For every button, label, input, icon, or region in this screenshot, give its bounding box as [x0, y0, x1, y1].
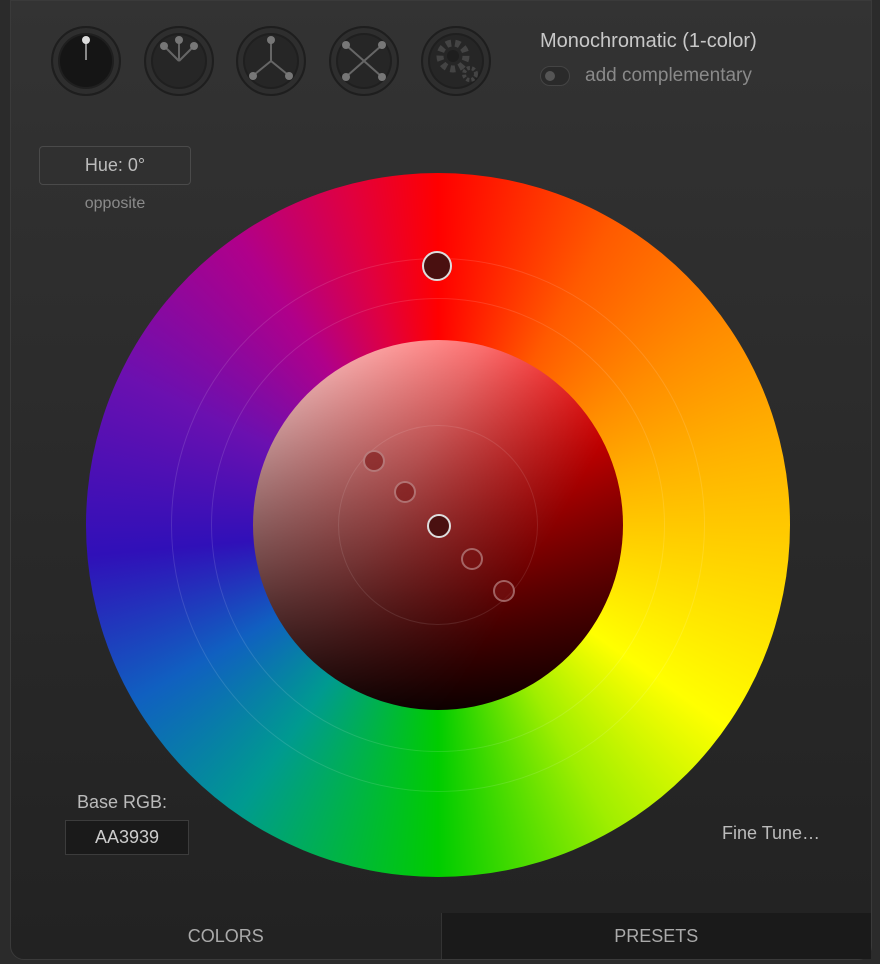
base-color-dot[interactable] [427, 514, 451, 538]
tab-colors[interactable]: COLORS [11, 913, 441, 959]
bottom-tabs: COLORS PRESETS [11, 913, 871, 959]
color-dot[interactable] [461, 548, 483, 570]
add-complementary-toggle[interactable] [540, 66, 570, 86]
add-complementary-label[interactable]: add complementary [585, 65, 752, 87]
color-dot[interactable] [363, 450, 385, 472]
base-rgb-label: Base RGB: [77, 792, 168, 812]
mode-custom-button[interactable] [421, 26, 491, 96]
scheme-title: Monochromatic (1-color) [540, 30, 757, 52]
analogic-icon [160, 36, 198, 62]
tab-presets[interactable]: PRESETS [440, 913, 871, 959]
mono-icon [82, 36, 90, 60]
tetrad-icon [342, 41, 386, 81]
mode-triad-button[interactable] [236, 26, 306, 96]
gear-icon [436, 39, 478, 82]
hue-handle[interactable] [422, 251, 452, 281]
fine-tune-link[interactable]: Fine Tune… [722, 823, 820, 844]
triad-icon [249, 36, 293, 80]
color-dot[interactable] [493, 580, 515, 602]
color-dot[interactable] [394, 481, 416, 503]
base-rgb-input[interactable]: AA3939 [65, 820, 189, 855]
opposite-link[interactable]: opposite [39, 195, 191, 213]
mode-tetrad-button[interactable] [329, 26, 399, 96]
hue-field[interactable]: Hue: 0° [39, 146, 191, 185]
mode-monochromatic-button[interactable] [51, 26, 121, 96]
mode-analogic-button[interactable] [144, 26, 214, 96]
